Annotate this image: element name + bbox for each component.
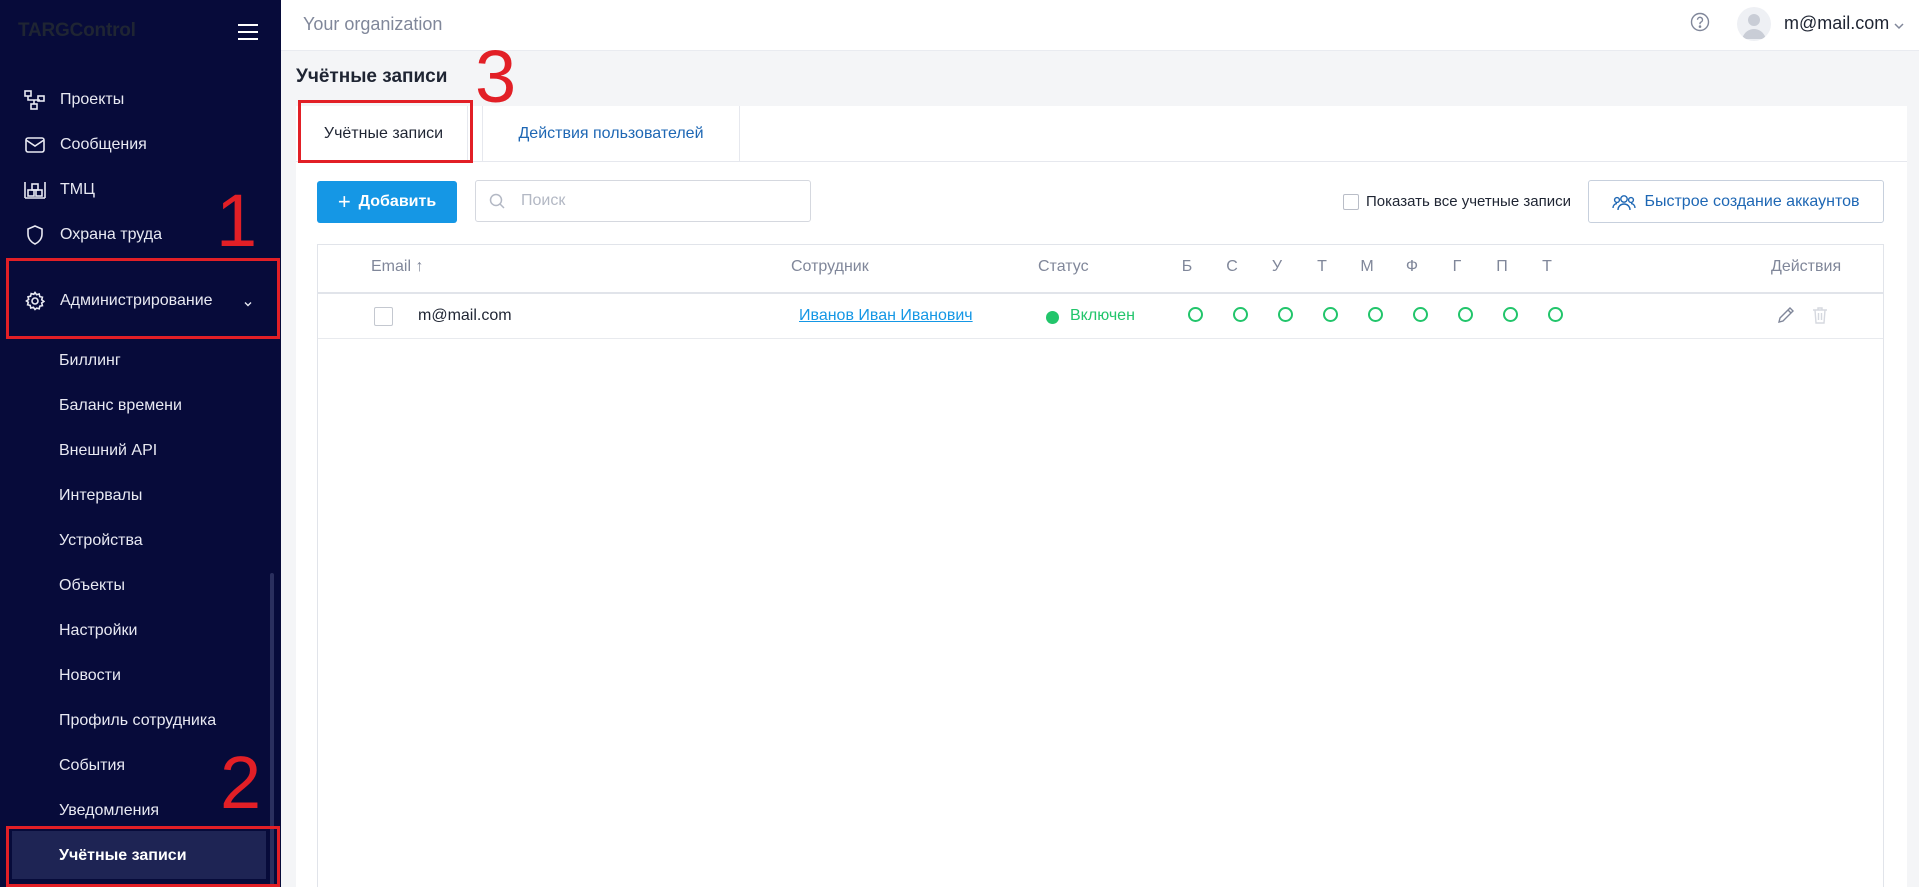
annotation-number-3: 3 <box>475 35 517 118</box>
day-indicator[interactable] <box>1188 307 1203 322</box>
sidebar-item-label: Сообщения <box>60 135 147 153</box>
chevron-down-icon[interactable] <box>1893 18 1905 30</box>
mail-icon <box>22 132 48 158</box>
table-header <box>318 245 1883 294</box>
top-bar <box>281 0 1919 51</box>
annotation-box-tab <box>298 100 473 163</box>
day-indicator[interactable] <box>1548 307 1563 322</box>
quick-create-accounts-button[interactable]: Быстрое создание аккаунтов <box>1588 180 1884 223</box>
column-day: Ф <box>1405 258 1419 275</box>
accounts-table <box>317 244 1884 887</box>
edit-icon[interactable] <box>1777 306 1795 324</box>
column-status[interactable]: Статус <box>1038 258 1089 276</box>
page-title: Учётные записи <box>296 66 448 87</box>
user-menu[interactable]: m@mail.com <box>1784 13 1889 34</box>
sidebar-item-projects[interactable]: Проекты <box>0 77 281 122</box>
projects-icon <box>22 87 48 113</box>
menu-toggle-icon[interactable] <box>238 24 258 40</box>
help-icon[interactable] <box>1690 12 1710 32</box>
column-day: С <box>1226 258 1238 275</box>
day-indicator[interactable] <box>1368 307 1383 322</box>
row-employee-link[interactable]: Иванов Иван Иванович <box>799 307 973 325</box>
search-placeholder: Поиск <box>521 192 566 209</box>
day-indicator[interactable] <box>1278 307 1293 322</box>
delete-icon[interactable] <box>1812 306 1828 324</box>
sidebar-item-news[interactable]: Новости <box>0 653 281 698</box>
shield-icon <box>22 222 48 248</box>
sidebar-item-employee-profile[interactable]: Профиль сотрудника <box>0 698 281 743</box>
annotation-number-1: 1 <box>216 179 258 262</box>
sidebar-item-objects[interactable]: Объекты <box>0 563 281 608</box>
column-day: Г <box>1452 258 1462 275</box>
users-icon <box>1612 193 1637 211</box>
day-indicator[interactable] <box>1503 307 1518 322</box>
day-indicator[interactable] <box>1323 307 1338 322</box>
column-day: У <box>1271 258 1283 275</box>
search-input[interactable]: Поиск <box>475 180 811 222</box>
day-indicator[interactable] <box>1233 307 1248 322</box>
day-indicator[interactable] <box>1458 307 1473 322</box>
plus-icon: + <box>337 189 351 214</box>
column-day: М <box>1360 258 1374 275</box>
brand-logo[interactable]: TARGControl <box>18 20 136 42</box>
warehouse-icon <box>22 177 48 203</box>
status-dot-icon <box>1046 311 1059 324</box>
column-day: Б <box>1181 258 1193 275</box>
annotation-box-administration <box>6 258 280 339</box>
status-badge: Включен <box>1070 307 1135 324</box>
day-indicator[interactable] <box>1413 307 1428 322</box>
quick-create-label: Быстрое создание аккаунтов <box>1644 192 1860 210</box>
tab-user-actions[interactable]: Действия пользователей <box>482 106 740 161</box>
avatar[interactable] <box>1737 7 1771 41</box>
organization-selector[interactable]: Your organization <box>303 14 442 35</box>
annotation-box-accounts <box>6 826 280 887</box>
show-all-checkbox[interactable] <box>1343 194 1359 210</box>
sidebar-item-label: Охрана труда <box>60 225 162 243</box>
sidebar-item-time-balance[interactable]: Баланс времени <box>0 383 281 428</box>
sidebar-item-devices[interactable]: Устройства <box>0 518 281 563</box>
add-button[interactable]: + Добавить <box>317 181 457 223</box>
sidebar-item-messages[interactable]: Сообщения <box>0 122 281 167</box>
column-day: П <box>1496 258 1508 275</box>
row-checkbox[interactable] <box>374 307 393 326</box>
row-email: m@mail.com <box>418 307 512 324</box>
column-email[interactable]: Email ↑ <box>371 258 423 276</box>
search-icon <box>489 193 505 209</box>
sidebar-item-label: Проекты <box>60 90 125 108</box>
column-day: Т <box>1542 258 1552 275</box>
column-day: Т <box>1317 258 1327 275</box>
sidebar-item-label: ТМЦ <box>60 180 95 198</box>
column-employee[interactable]: Сотрудник <box>791 258 869 276</box>
sidebar-item-external-api[interactable]: Внешний API <box>0 428 281 473</box>
sidebar-item-billing[interactable]: Биллинг <box>0 338 281 383</box>
annotation-number-2: 2 <box>220 741 262 824</box>
show-all-label[interactable]: Показать все учетные записи <box>1366 193 1571 210</box>
add-button-label: Добавить <box>358 193 437 210</box>
sidebar-item-settings[interactable]: Настройки <box>0 608 281 653</box>
column-actions: Действия <box>1771 258 1842 275</box>
sidebar-item-intervals[interactable]: Интервалы <box>0 473 281 518</box>
